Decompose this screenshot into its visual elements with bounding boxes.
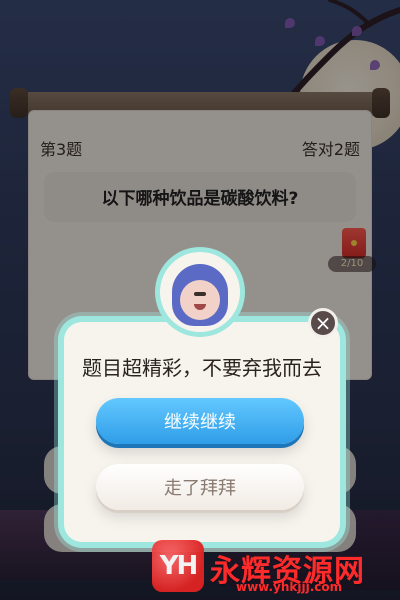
- watermark-url: www.yhkjjj.com: [236, 580, 343, 594]
- avatar: [160, 252, 240, 332]
- leave-button[interactable]: 走了拜拜: [96, 464, 304, 510]
- continue-button[interactable]: 继续继续: [96, 398, 304, 444]
- avatar-face: [180, 280, 220, 320]
- leave-button-label: 走了拜拜: [164, 478, 236, 499]
- watermark: YH 永辉资源网 www.yhkjjj.com: [152, 540, 392, 594]
- continue-button-label: 继续继续: [164, 412, 236, 433]
- watermark-logo: YH: [152, 540, 204, 592]
- close-icon: ×: [314, 311, 332, 335]
- watermark-logo-text: YH: [159, 551, 199, 581]
- close-button[interactable]: ×: [308, 308, 338, 338]
- modal-message: 题目超精彩，不要弃我而去: [82, 356, 322, 380]
- avatar-eyes: [194, 292, 206, 296]
